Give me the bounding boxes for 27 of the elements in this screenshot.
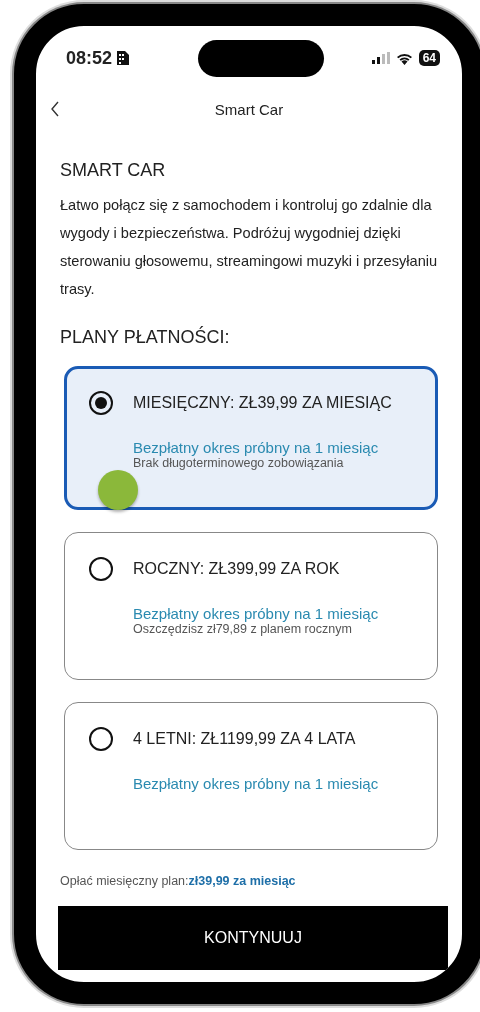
radio-button[interactable] — [89, 727, 113, 751]
plan-note: Brak długoterminowego zobowiązania — [133, 456, 345, 470]
wifi-icon — [395, 51, 413, 65]
section-title: SMART CAR — [60, 160, 167, 181]
battery-indicator: 64 — [418, 50, 440, 66]
back-icon[interactable] — [50, 101, 60, 117]
plan-label: ROCZNY: ZŁ399,99 ZA ROK — [133, 560, 340, 578]
sim-card-icon — [116, 50, 131, 66]
trial-text: Bezpłatny okres próbny na 1 miesiąc — [133, 605, 380, 622]
status-time: 08:52 — [66, 47, 113, 69]
plan-label: MIESIĘCZNY: ZŁ39,99 ZA MIESIĄC — [133, 394, 392, 412]
screen-title: Smart Car — [214, 100, 284, 118]
signal-icon — [371, 52, 390, 64]
summary-text: Opłać miesięczny plan: — [60, 874, 189, 888]
plan-card[interactable]: ROCZNY: ZŁ399,99 ZA ROK Bezpłatny okres próbny na 1 miesiąc Oszczędzisz zł79,89 z planem rocznym — [64, 532, 438, 680]
continue-button[interactable]: KONTYNUUJ — [58, 906, 448, 970]
plan-card[interactable]: MIESIĘCZNY: ZŁ39,99 ZA MIESIĄC Bezpłatny okres próbny na 1 miesiąc Brak długoterminowego zobowiązania — [64, 366, 438, 510]
plan-card[interactable]: 4 LETNI: ZŁ1199,99 ZA 4 LATA Bezpłatny okres próbny na 1 miesiąc — [64, 702, 438, 850]
plan-label: 4 LETNI: ZŁ1199,99 ZA 4 LATA — [133, 730, 356, 748]
radio-button[interactable] — [89, 391, 113, 415]
description-text: Łatwo połącz się z samochodem i kontroluj go zdalnie dla wygody i bezpieczeństwa. Podróżuj wygodniej dzięki sterowaniu głosowemu, streamingowi muzyki i przesyłaniu trasy. — [60, 196, 439, 299]
summary-price: zł39,99 za miesiąc — [188, 874, 296, 888]
trial-text: Bezpłatny okres próbny na 1 miesiąc — [133, 439, 380, 456]
trial-text: Bezpłatny okres próbny na 1 miesiąc — [133, 775, 380, 792]
radio-button[interactable] — [89, 557, 113, 581]
plans-title: PLANY PŁATNOŚCI: — [60, 327, 231, 348]
plan-note: Oszczędzisz zł79,89 z planem rocznym — [133, 622, 353, 636]
